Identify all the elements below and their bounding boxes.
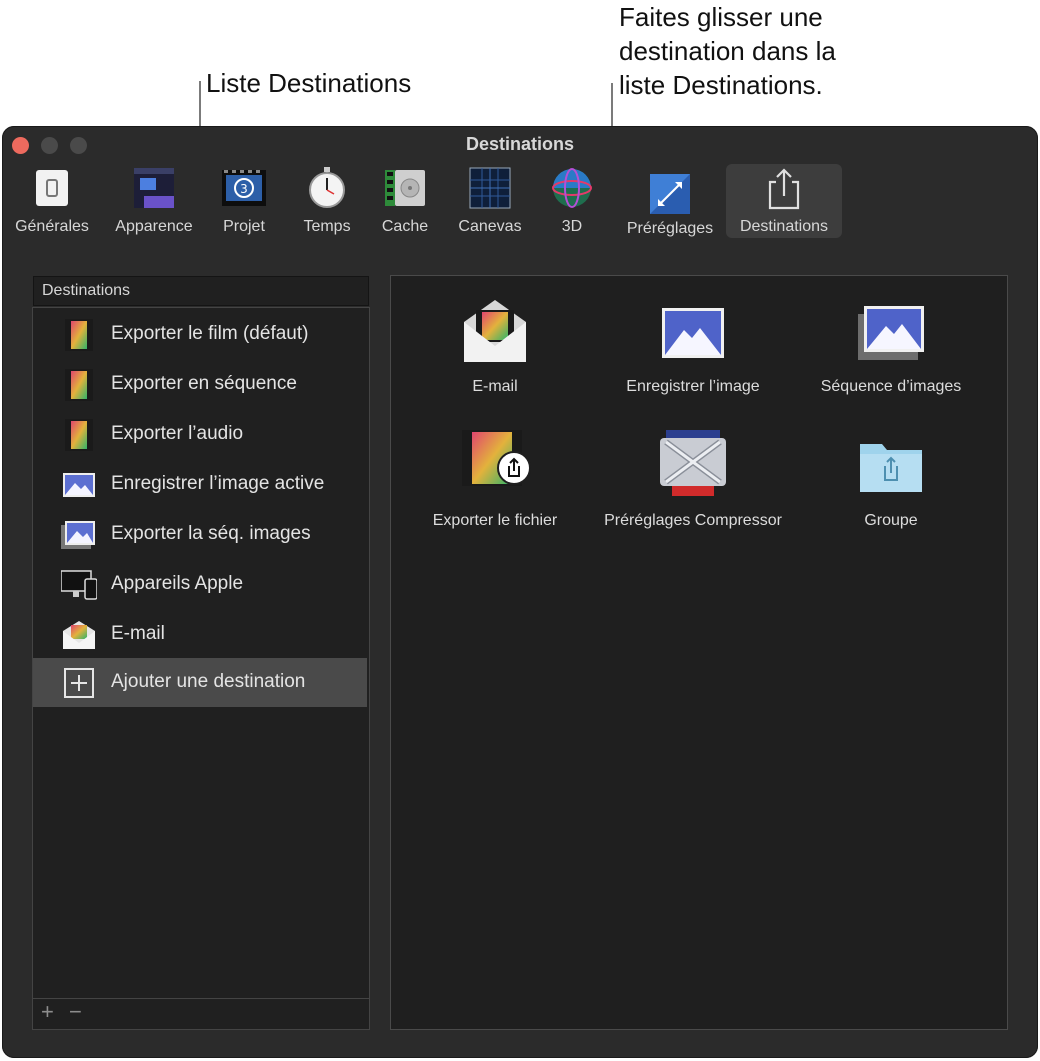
window-title: Destinations [465,134,575,154]
tab-preglages-label: Préréglages [626,220,714,237]
list-item-save-frame[interactable]: Enregistrer l’image active [33,460,367,509]
tab-canevas[interactable]: Canevas [452,164,528,238]
tab-apparence-label: Apparence [115,218,193,235]
film-icon [65,419,93,451]
tab-projet[interactable]: 3 Projet [212,164,276,238]
destination-compressor-presets[interactable]: Préréglages Compressor [593,428,793,538]
callout-drag-instructions: Faites glisser une destination dans la l… [619,0,836,102]
list-item-label: Exporter en séquence [111,373,297,394]
destination-email[interactable]: E-mail [395,296,595,406]
callout-list-label: Liste Destinations [206,68,412,98]
preferences-window: Destinations Générales Apparence 3 Proje… [2,126,1038,1058]
mail-icon [63,621,95,649]
appearance-icon [134,168,174,208]
folder-share-icon [860,444,922,492]
remove-destination-button[interactable]: − [69,999,82,1025]
image-stack-icon [858,306,924,360]
tab-apparence[interactable]: Apparence [106,164,202,238]
destination-image-sequence[interactable]: Séquence d’images [791,296,991,406]
title-bar: Destinations [2,126,1038,164]
image-icon [63,473,95,497]
canvas-icon [469,167,511,209]
tab-destinations-label: Destinations [739,218,829,235]
callout-drag-line-3: liste Destinations. [619,70,823,100]
callout-drag-line-2: destination dans la [619,36,836,66]
image-icon [662,308,724,358]
share-icon [768,168,800,210]
tab-preglages[interactable]: Préréglages [618,164,722,238]
cache-icon [385,170,425,206]
list-item-email[interactable]: E-mail [33,610,367,659]
tab-3d-label: 3D [561,218,583,235]
available-destinations-panel: E-mail Enregistrer l’image Séquence d’im… [390,275,1008,1030]
destination-label: E-mail [472,378,518,395]
destinations-list[interactable]: Exporter le film (défaut) Exporter en sé… [32,307,370,999]
tab-generales-label: Générales [15,218,89,235]
tab-temps[interactable]: Temps [292,164,362,238]
svg-text:3: 3 [240,182,248,196]
destination-label: Enregistrer l’image [626,378,760,395]
stopwatch-icon [309,167,345,208]
compressor-icon [660,430,726,496]
tab-cache[interactable]: Cache [372,164,438,238]
destination-export-file[interactable]: Exporter le fichier [395,428,595,538]
mail-icon [464,300,526,362]
film-share-icon [462,430,531,486]
list-item-export-sequence[interactable]: Exporter en séquence [33,360,367,409]
destinations-list-header: Destinations [33,276,369,306]
destination-label: Groupe [864,512,918,529]
tab-temps-label: Temps [303,218,351,235]
list-item-add-destination[interactable]: Ajouter une destination [33,658,367,707]
devices-icon [61,570,97,600]
image-stack-icon [61,521,95,549]
tab-canevas-label: Canevas [458,218,522,235]
list-item-export-movie[interactable]: Exporter le film (défaut) [33,310,367,359]
add-destination-button[interactable]: + [41,999,54,1025]
list-item-export-audio[interactable]: Exporter l’audio [33,410,367,459]
project-icon: 3 [222,170,266,206]
list-item-export-image-sequence[interactable]: Exporter la séq. images [33,510,367,559]
tab-projet-label: Projet [223,218,265,235]
list-item-apple-devices[interactable]: Appareils Apple [33,560,367,609]
destination-save-image[interactable]: Enregistrer l’image [593,296,793,406]
list-item-label: Exporter le film (défaut) [111,323,309,344]
preferences-toolbar: Générales Apparence 3 Projet Temps Cache… [2,164,1038,238]
list-item-label: E-mail [111,623,165,644]
list-item-label: Enregistrer l’image active [111,473,325,494]
destination-label: Séquence d’images [820,378,962,395]
tab-generales[interactable]: Générales [8,164,96,238]
switch-icon [36,170,68,206]
list-item-label: Exporter l’audio [111,423,244,444]
callout-drag-line-1: Faites glisser une [619,2,823,32]
tab-3d[interactable]: 3D [540,164,604,238]
film-icon [65,319,93,351]
list-item-label: Appareils Apple [111,573,244,594]
sphere-icon [552,168,592,208]
list-footer: + − [32,998,370,1030]
film-icon [65,369,93,401]
destinations-list-header-label: Destinations [42,282,131,299]
destination-label: Préréglages Compressor [604,512,782,529]
tab-destinations[interactable]: Destinations [726,164,842,238]
tab-cache-label: Cache [381,218,429,235]
destination-group[interactable]: Groupe [791,428,991,538]
list-item-label: Ajouter une destination [111,671,306,692]
list-item-label: Exporter la séq. images [111,523,311,544]
add-icon [64,668,94,698]
destination-label: Exporter le fichier [432,512,558,529]
presets-icon [650,174,690,214]
